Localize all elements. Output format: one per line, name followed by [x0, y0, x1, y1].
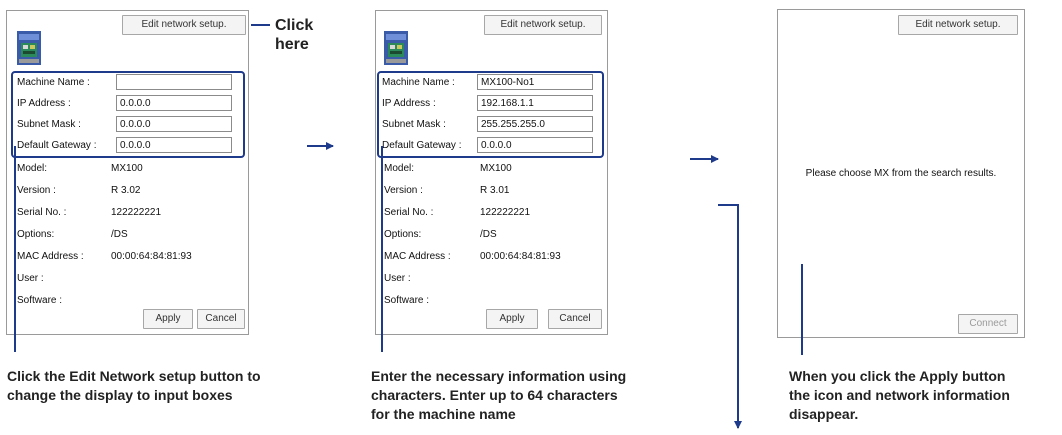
caption-left: Click the Edit Network setup button to c… [7, 367, 261, 405]
callout-line-1: Click [275, 17, 314, 34]
caption-left-line-1: Click the Edit Network setup button to [7, 368, 261, 384]
caption-middle-line-3: for the machine name [371, 406, 516, 422]
caption-middle: Enter the necessary information using ch… [371, 367, 626, 424]
caption-right: When you click the Apply button the icon… [789, 367, 1010, 424]
click-here-callout: Click here [275, 16, 313, 54]
down-arrow-bracket [718, 204, 742, 429]
callout-line-2: here [275, 36, 309, 53]
caption-middle-line-1: Enter the necessary information using [371, 368, 627, 384]
caption-right-line-2: the icon and network information [789, 387, 1010, 403]
caption-right-line-1: When you click the Apply button [789, 368, 1006, 384]
caption-right-line-3: disappear. [789, 406, 859, 422]
caption-middle-line-2: characters. Enter up to 64 characters [371, 387, 618, 403]
caption-left-line-2: change the display to input boxes [7, 387, 233, 403]
